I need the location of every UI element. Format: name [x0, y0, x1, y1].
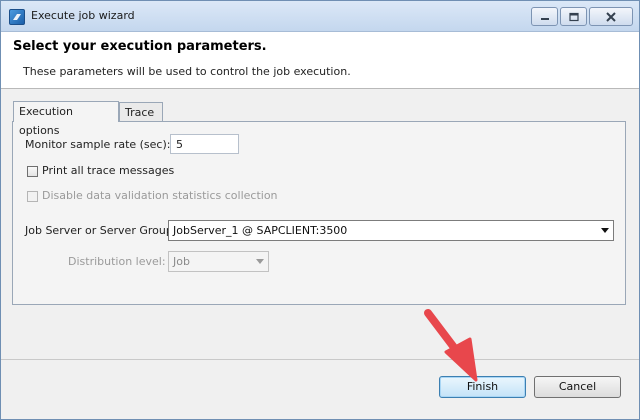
- window-controls: [531, 7, 633, 26]
- chevron-down-icon: [601, 228, 609, 233]
- minimize-button[interactable]: [531, 7, 558, 26]
- app-icon: [9, 9, 25, 25]
- print-trace-checkbox[interactable]: [27, 166, 38, 177]
- page-subtitle: These parameters will be used to control…: [23, 65, 351, 78]
- disable-validation-label: Disable data validation statistics colle…: [42, 189, 278, 202]
- chevron-down-icon: [256, 259, 264, 264]
- close-button[interactable]: [589, 7, 633, 26]
- minimize-icon: [540, 17, 549, 20]
- page-title: Select your execution parameters.: [13, 39, 267, 54]
- window-title: Execute job wizard: [31, 9, 135, 22]
- distribution-label: Distribution level:: [68, 255, 166, 268]
- wizard-header: Select your execution parameters. These …: [1, 32, 639, 89]
- job-server-value: JobServer_1 @ SAPCLIENT:3500: [173, 224, 348, 237]
- tab-trace[interactable]: Trace: [119, 102, 163, 121]
- distribution-value: Job: [173, 255, 190, 268]
- job-server-select[interactable]: JobServer_1 @ SAPCLIENT:3500: [168, 220, 614, 241]
- title-bar[interactable]: Execute job wizard: [1, 1, 639, 32]
- job-server-label: Job Server or Server Group:: [25, 224, 177, 237]
- execute-job-wizard-window: Execute job wizard Select your execution…: [0, 0, 640, 420]
- tab-execution-options[interactable]: Execution options: [13, 101, 119, 137]
- cancel-button[interactable]: Cancel: [534, 376, 621, 398]
- finish-button[interactable]: Finish: [439, 376, 526, 398]
- footer-divider: [1, 359, 639, 360]
- maximize-icon: [568, 12, 579, 21]
- maximize-button[interactable]: [560, 7, 587, 26]
- disable-validation-checkbox[interactable]: [27, 191, 38, 202]
- monitor-rate-input[interactable]: [170, 134, 239, 154]
- print-trace-label: Print all trace messages: [42, 164, 175, 177]
- distribution-select[interactable]: Job: [168, 251, 269, 272]
- close-icon: [606, 11, 616, 22]
